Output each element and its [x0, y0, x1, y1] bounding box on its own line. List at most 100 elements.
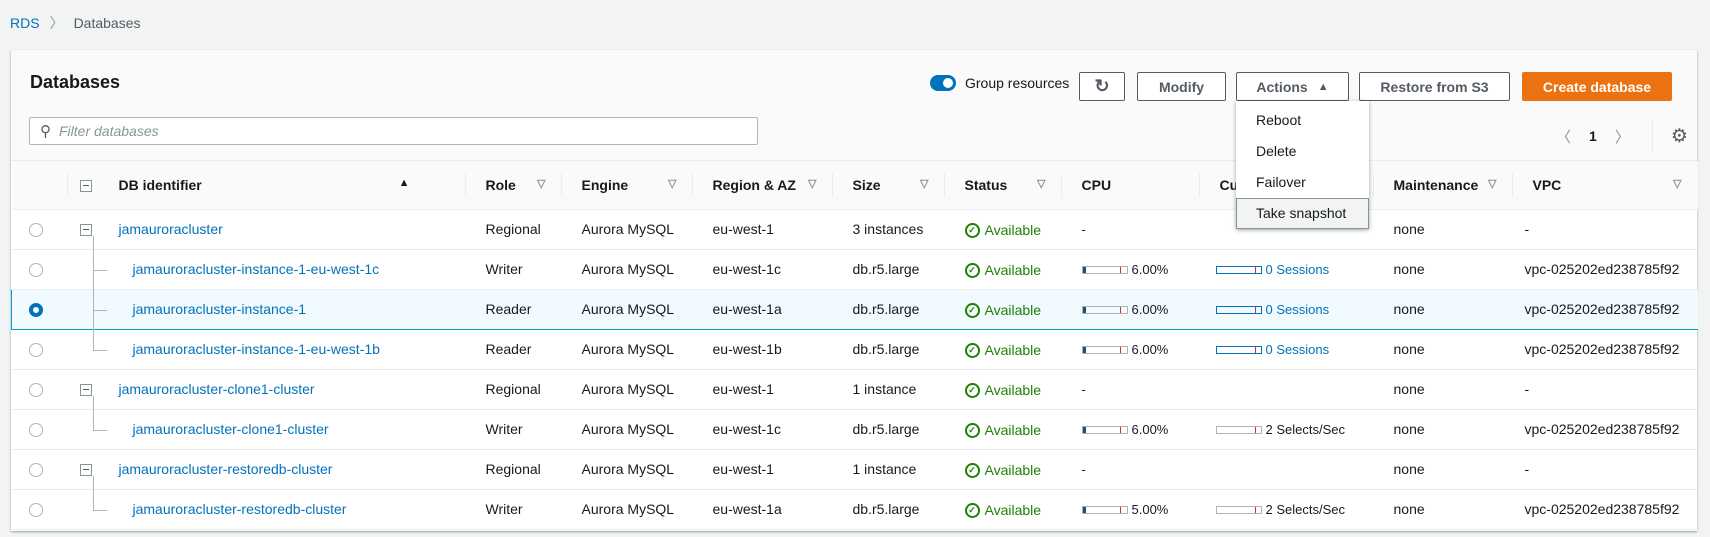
activity-sessions-link[interactable]: 0 Sessions — [1266, 302, 1330, 317]
table-row[interactable]: jamauroracluster Regional Aurora MySQL eu-w… — [11, 209, 1698, 250]
modify-button[interactable]: Modify — [1137, 72, 1226, 101]
cpu-cell: 6.00% — [1061, 409, 1200, 450]
radio-button[interactable] — [28, 263, 43, 278]
table-row[interactable]: jamauroracluster-clone1-cluster Writer Aur… — [11, 408, 1698, 450]
db-identifier-link[interactable]: jamauroracluster-restoredb-cluster — [133, 501, 347, 517]
db-identifier-link[interactable]: jamauroracluster-instance-1-eu-west-1b — [133, 341, 380, 357]
radio-button[interactable] — [28, 503, 43, 518]
actions-label: Actions — [1256, 78, 1308, 95]
column-header-role[interactable]: Role ▽ — [465, 161, 562, 210]
sort-icon[interactable]: ▽ — [1488, 177, 1496, 190]
tree-cell — [66, 408, 107, 450]
activity-bar — [1215, 306, 1262, 315]
menu-item-failover[interactable]: Failover — [1236, 167, 1369, 198]
tree-line — [92, 509, 107, 511]
db-identifier-link[interactable]: jamauroracluster-instance-1-eu-west-1c — [133, 261, 380, 277]
db-identifier-link[interactable]: jamauroracluster-restoredb-cluster — [119, 461, 333, 477]
region-cell: eu-west-1 — [692, 369, 833, 410]
header-expand[interactable] — [66, 161, 107, 210]
menu-item-reboot[interactable]: Reboot — [1236, 105, 1369, 136]
radio-button[interactable] — [28, 223, 43, 238]
column-header-size[interactable]: Size ▽ — [832, 161, 945, 210]
column-header-vpc[interactable]: VPC ▽ — [1512, 161, 1698, 210]
radio-button[interactable] — [28, 423, 43, 438]
db-identifier-link[interactable]: jamauroracluster-clone1-cluster — [133, 421, 329, 437]
refresh-button[interactable]: ↻ — [1079, 72, 1125, 101]
table-row[interactable]: jamauroracluster-restoredb-cluster Writer… — [11, 488, 1698, 530]
table-row[interactable]: jamauroracluster-instance-1-eu-west-1c Wr… — [11, 248, 1698, 290]
tree-cell — [66, 288, 107, 330]
prev-page-icon[interactable]: 〈 — [1556, 126, 1571, 147]
create-database-button[interactable]: Create database — [1522, 72, 1672, 101]
row-select[interactable] — [11, 369, 67, 410]
activity-sessions-link[interactable]: 0 Sessions — [1266, 342, 1330, 357]
cpu-cell: 6.00% — [1061, 288, 1200, 330]
collapse-icon[interactable] — [79, 224, 92, 237]
row-select[interactable] — [11, 288, 67, 330]
column-header-region-az[interactable]: Region & AZ ▽ — [692, 161, 833, 210]
vpc-cell: vpc-025202ed238785f92 — [1512, 409, 1698, 450]
tree-line — [92, 429, 107, 431]
sort-icon[interactable]: ▽ — [668, 177, 676, 190]
column-header-cpu[interactable]: CPU — [1061, 161, 1200, 210]
menu-item-take-snapshot[interactable]: Take snapshot — [1236, 198, 1369, 229]
sort-ascending-icon[interactable]: ▲ — [399, 177, 410, 189]
cpu-value: - — [1081, 381, 1086, 397]
radio-button[interactable] — [28, 383, 43, 398]
row-select[interactable] — [11, 329, 67, 370]
table-row[interactable]: jamauroracluster-clone1-cluster Regional A… — [11, 369, 1698, 410]
db-identifier-link[interactable]: jamauroracluster-instance-1 — [133, 301, 307, 317]
page-number[interactable]: 1 — [1589, 128, 1597, 144]
table-row[interactable]: jamauroracluster-instance-1-eu-west-1b Re… — [11, 328, 1698, 370]
sort-icon[interactable]: ▽ — [1673, 177, 1681, 190]
vpc-cell: - — [1512, 369, 1698, 410]
radio-button[interactable] — [28, 463, 43, 478]
next-page-icon[interactable]: 〉 — [1615, 126, 1630, 147]
filter-databases-input[interactable] — [59, 123, 739, 139]
group-resources-label: Group resources — [965, 75, 1070, 91]
actions-button[interactable]: Actions ▲ — [1236, 72, 1349, 101]
row-select[interactable] — [11, 209, 67, 250]
column-header-maintenance[interactable]: Maintenance ▽ — [1373, 161, 1513, 210]
radio-button[interactable] — [28, 343, 43, 358]
toggle-switch[interactable] — [930, 75, 956, 91]
column-header-engine[interactable]: Engine ▽ — [561, 161, 693, 210]
cpu-bar — [1081, 426, 1128, 435]
status-cell: ✓ Available — [944, 288, 1062, 330]
gear-icon[interactable]: ⚙ — [1671, 125, 1688, 148]
table-row[interactable]: jamauroracluster-instance-1 Reader Aurora … — [11, 288, 1698, 330]
engine-cell: Aurora MySQL — [561, 329, 693, 370]
restore-from-s3-button[interactable]: Restore from S3 — [1359, 72, 1510, 101]
chevron-right-icon: 〉 — [49, 15, 64, 31]
check-circle-icon: ✓ — [964, 302, 980, 318]
sort-icon[interactable]: ▽ — [920, 177, 928, 190]
column-header-status[interactable]: Status ▽ — [944, 161, 1062, 210]
panel-header: Databases Group resources ↻ Modify Actio… — [11, 50, 1697, 161]
activity-cell: 2 Selects/Sec — [1199, 409, 1374, 450]
db-identifier-link[interactable]: jamauroracluster-clone1-cluster — [119, 381, 315, 397]
sort-icon[interactable]: ▽ — [808, 177, 816, 190]
breadcrumb-rds[interactable]: RDS — [10, 15, 40, 31]
row-select[interactable] — [11, 409, 67, 450]
activity-sessions-link[interactable]: 0 Sessions — [1266, 262, 1330, 277]
sort-icon[interactable]: ▽ — [537, 177, 545, 190]
collapse-icon[interactable] — [79, 384, 92, 397]
activity-value: 2 Selects/Sec — [1265, 501, 1346, 517]
collapse-icon[interactable] — [79, 464, 92, 477]
sort-icon[interactable]: ▽ — [1037, 177, 1045, 190]
menu-item-delete[interactable]: Delete — [1236, 136, 1369, 167]
collapse-all-icon[interactable] — [79, 180, 92, 193]
column-header-db-identifier[interactable]: DB identifier ▲ — [106, 161, 466, 210]
role-cell: Reader — [465, 288, 562, 330]
group-resources-toggle[interactable]: Group resources — [930, 75, 1069, 91]
db-identifier-link[interactable]: jamauroracluster — [119, 221, 223, 237]
divider — [1651, 120, 1653, 152]
row-select[interactable] — [11, 449, 67, 490]
status-badge: ✓ Available — [964, 342, 1041, 358]
radio-button[interactable] — [29, 303, 43, 318]
region-cell: eu-west-1c — [692, 249, 833, 290]
tree-cell — [66, 248, 107, 290]
row-select[interactable] — [11, 249, 67, 290]
row-select[interactable] — [11, 489, 67, 530]
table-row[interactable]: jamauroracluster-restoredb-cluster Region… — [11, 449, 1698, 490]
